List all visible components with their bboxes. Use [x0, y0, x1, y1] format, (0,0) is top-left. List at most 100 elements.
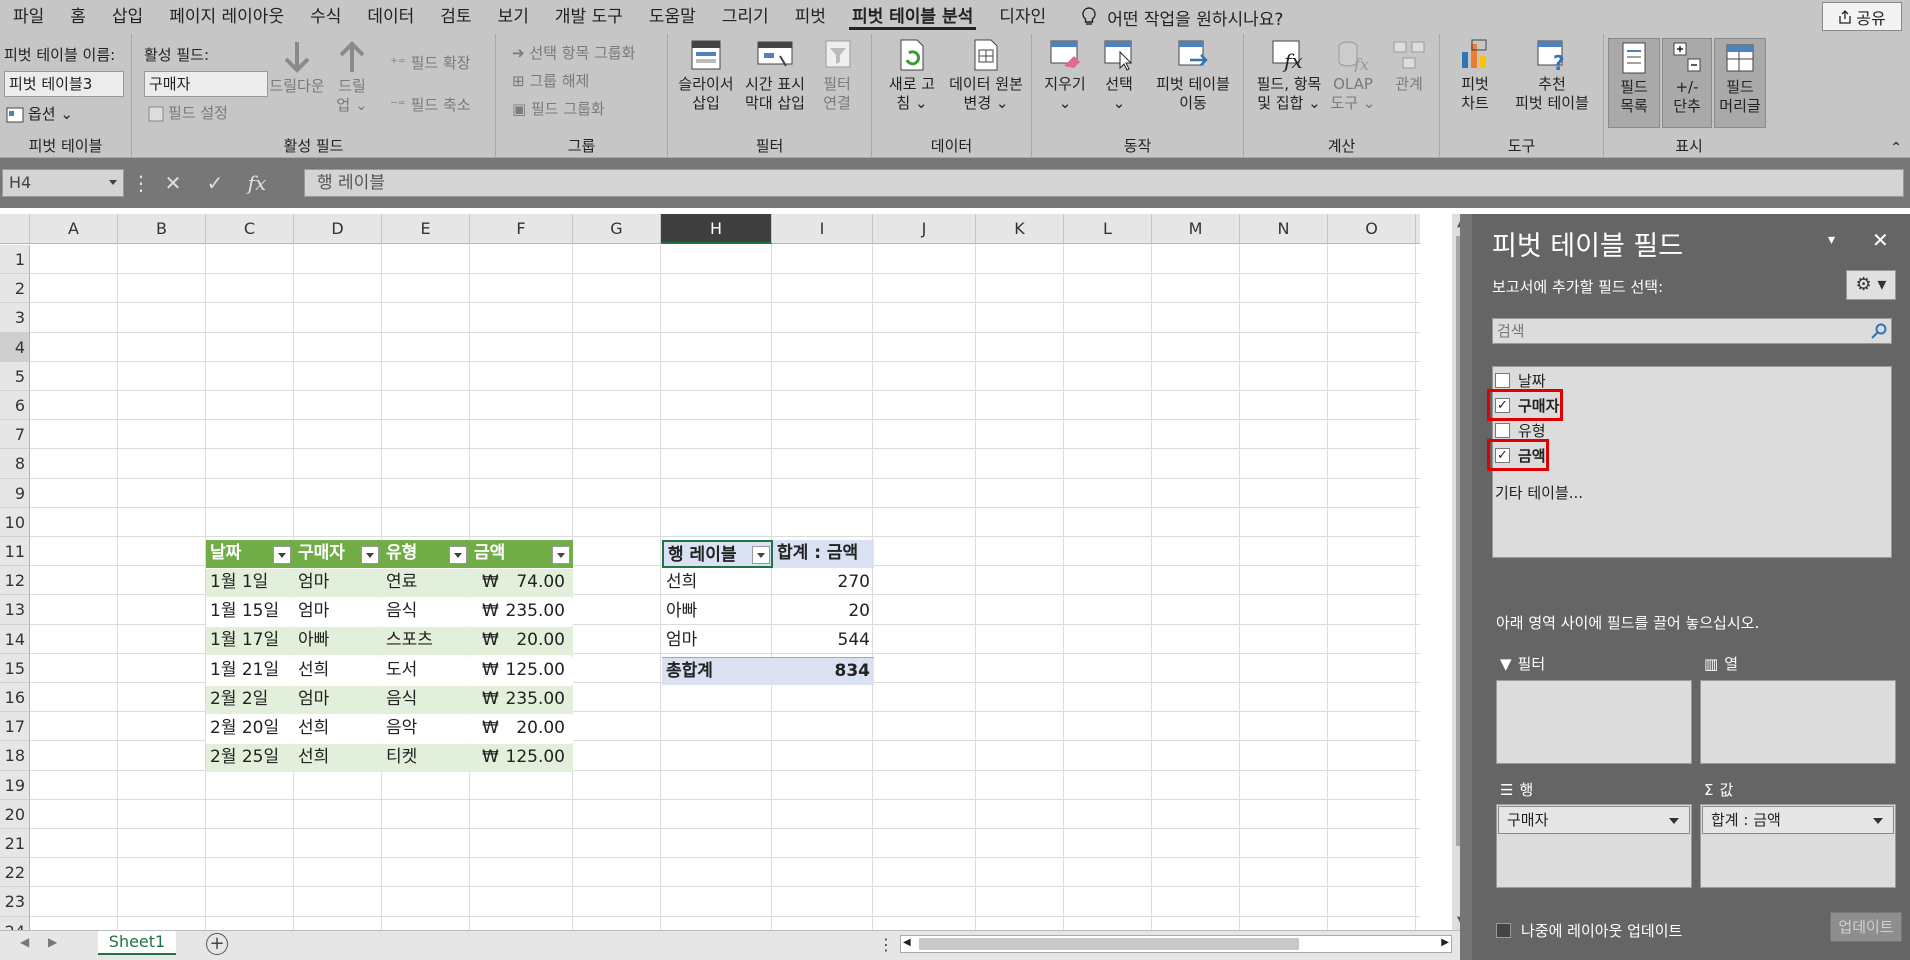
- collapse-ribbon-icon[interactable]: ⌃: [1890, 140, 1902, 156]
- tab-developer[interactable]: 개발 도구: [542, 0, 636, 34]
- tab-formulas[interactable]: 수식: [297, 0, 354, 34]
- field-checkbox[interactable]: [1495, 372, 1510, 388]
- tab-home[interactable]: 홈: [57, 0, 99, 34]
- pivot-row-label[interactable]: 선희: [662, 569, 773, 597]
- column-header[interactable]: L: [1064, 214, 1152, 244]
- column-header[interactable]: N: [1240, 214, 1328, 244]
- table-cell[interactable]: 엄마: [294, 685, 382, 714]
- worksheet-grid[interactable]: ABCDEFGHIJKLMNO 1 2 3 4 5 6 7 8 9 10 11 12 13 14 15 16 1…: [0, 208, 1460, 930]
- gear-icon[interactable]: ⚙ ▾: [1846, 270, 1896, 300]
- expand-field-button[interactable]: ⁺⁼ 필드 확장: [390, 52, 471, 73]
- column-header[interactable]: F: [470, 214, 573, 244]
- row-header[interactable]: 12: [0, 566, 30, 596]
- filter-dropdown-icon[interactable]: [752, 546, 770, 564]
- tab-review[interactable]: 검토: [427, 0, 484, 34]
- more-icon[interactable]: ⋮: [130, 171, 152, 195]
- defer-layout-update[interactable]: 나중에 레이아웃 업데이트: [1496, 920, 1682, 941]
- table-cell[interactable]: 1월 21일: [206, 656, 294, 685]
- rows-field-dropdown[interactable]: 구매자: [1498, 806, 1690, 834]
- column-header[interactable]: M: [1152, 214, 1240, 244]
- column-header[interactable]: K: [976, 214, 1064, 244]
- group-field-button[interactable]: ▣ 필드 그룹화: [512, 98, 605, 119]
- pivot-sum-header[interactable]: 합계 : 금액: [773, 540, 874, 568]
- table-cell[interactable]: 1월 1일: [206, 569, 294, 597]
- column-header[interactable]: E: [382, 214, 470, 244]
- row-header[interactable]: 8: [0, 449, 30, 479]
- select-button[interactable]: 선택 ⌄: [1094, 38, 1144, 113]
- pivot-value[interactable]: 20: [773, 598, 874, 626]
- filter-dropdown-icon[interactable]: [552, 546, 570, 564]
- table-cell[interactable]: 2월 20일: [206, 715, 294, 743]
- table-cell[interactable]: 선희: [294, 656, 382, 685]
- tab-pivot[interactable]: 피벗: [782, 0, 839, 34]
- table-cell[interactable]: 스포츠: [382, 627, 470, 656]
- insert-function-icon[interactable]: fx: [236, 171, 278, 195]
- table-cell-amount[interactable]: ₩74.00: [470, 569, 573, 597]
- table-cell-amount[interactable]: ₩235.00: [470, 598, 573, 627]
- row-header[interactable]: 19: [0, 770, 30, 800]
- filter-area[interactable]: [1496, 680, 1692, 764]
- active-field-input[interactable]: 구매자: [144, 71, 268, 97]
- formula-input[interactable]: 행 레이블: [304, 169, 1904, 197]
- recommended-pivottables-button[interactable]: ? 추천 피벗 테이블: [1504, 38, 1600, 113]
- row-header[interactable]: 20: [0, 799, 30, 829]
- field-type[interactable]: 유형: [1495, 419, 1546, 441]
- column-header[interactable]: H: [661, 214, 772, 244]
- row-header[interactable]: 24: [0, 916, 30, 930]
- table-cell[interactable]: 선희: [294, 715, 382, 743]
- table-cell[interactable]: 도서: [382, 656, 470, 685]
- table-cell[interactable]: 선희: [294, 744, 382, 773]
- pivot-value[interactable]: 544: [773, 627, 874, 655]
- share-button[interactable]: 공유: [1822, 2, 1902, 31]
- row-header[interactable]: 16: [0, 683, 30, 713]
- select-all-corner[interactable]: [0, 214, 30, 244]
- plus-minus-buttons-toggle[interactable]: +/- 단추: [1662, 38, 1712, 128]
- table-cell[interactable]: 2월 2일: [206, 685, 294, 714]
- group-selection-button[interactable]: ➔ 선택 항목 그룹화: [512, 42, 635, 63]
- scroll-left-icon[interactable]: ◀: [903, 937, 911, 948]
- table-cell[interactable]: 2월 25일: [206, 744, 294, 773]
- row-header[interactable]: 2: [0, 274, 30, 304]
- relationships-button[interactable]: 관계: [1384, 38, 1434, 94]
- field-checkbox[interactable]: [1495, 422, 1510, 438]
- row-header[interactable]: 4: [0, 332, 30, 362]
- row-header[interactable]: 14: [0, 624, 30, 654]
- tab-design[interactable]: 디자인: [986, 0, 1059, 34]
- tab-help[interactable]: 도움말: [636, 0, 709, 34]
- tab-view[interactable]: 보기: [485, 0, 542, 34]
- filter-dropdown-icon[interactable]: [361, 546, 379, 564]
- field-settings-button[interactable]: 필드 설정: [148, 102, 228, 123]
- row-header[interactable]: 18: [0, 741, 30, 771]
- values-field-dropdown[interactable]: 합계 : 금액: [1702, 806, 1894, 834]
- tab-data[interactable]: 데이터: [354, 0, 427, 34]
- values-area[interactable]: 합계 : 금액: [1700, 804, 1896, 888]
- move-pivottable-button[interactable]: 피벗 테이블 이동: [1148, 38, 1238, 113]
- splitter-icon[interactable]: ⋮: [878, 935, 894, 954]
- pivot-value[interactable]: 270: [773, 569, 874, 597]
- row-header[interactable]: 22: [0, 858, 30, 888]
- cancel-icon[interactable]: ✕: [152, 171, 194, 195]
- next-sheet-icon[interactable]: ▶: [48, 935, 57, 949]
- drilldown-button[interactable]: 드릴다운: [268, 40, 326, 96]
- field-search-input[interactable]: 검색: [1492, 318, 1892, 344]
- pivot-name-input[interactable]: 피벗 테이블3: [4, 71, 124, 97]
- table-cell[interactable]: 티켓: [382, 744, 470, 773]
- row-header[interactable]: 23: [0, 887, 30, 917]
- field-list-toggle[interactable]: 필드 목록: [1608, 38, 1660, 128]
- close-icon[interactable]: ✕: [1872, 228, 1889, 252]
- table-cell[interactable]: 음식: [382, 685, 470, 714]
- change-data-source-button[interactable]: 데이터 원본 변경 ⌄: [944, 38, 1028, 113]
- more-tables-link[interactable]: 기타 테이블...: [1495, 481, 1583, 503]
- row-header[interactable]: 10: [0, 507, 30, 537]
- pivot-row-label[interactable]: 아빠: [662, 598, 773, 626]
- scroll-right-icon[interactable]: ▶: [1441, 937, 1449, 948]
- pivotchart-button[interactable]: 피벗 차트: [1450, 38, 1500, 113]
- pane-options-dropdown-icon[interactable]: ▾: [1828, 232, 1835, 248]
- options-button[interactable]: 옵션 ⌄: [6, 103, 73, 124]
- row-header[interactable]: 15: [0, 653, 30, 683]
- table-cell[interactable]: 엄마: [294, 598, 382, 627]
- enter-icon[interactable]: ✓: [194, 171, 236, 195]
- sheet-tab[interactable]: Sheet1: [98, 931, 176, 955]
- column-header[interactable]: D: [294, 214, 382, 244]
- column-header[interactable]: G: [573, 214, 661, 244]
